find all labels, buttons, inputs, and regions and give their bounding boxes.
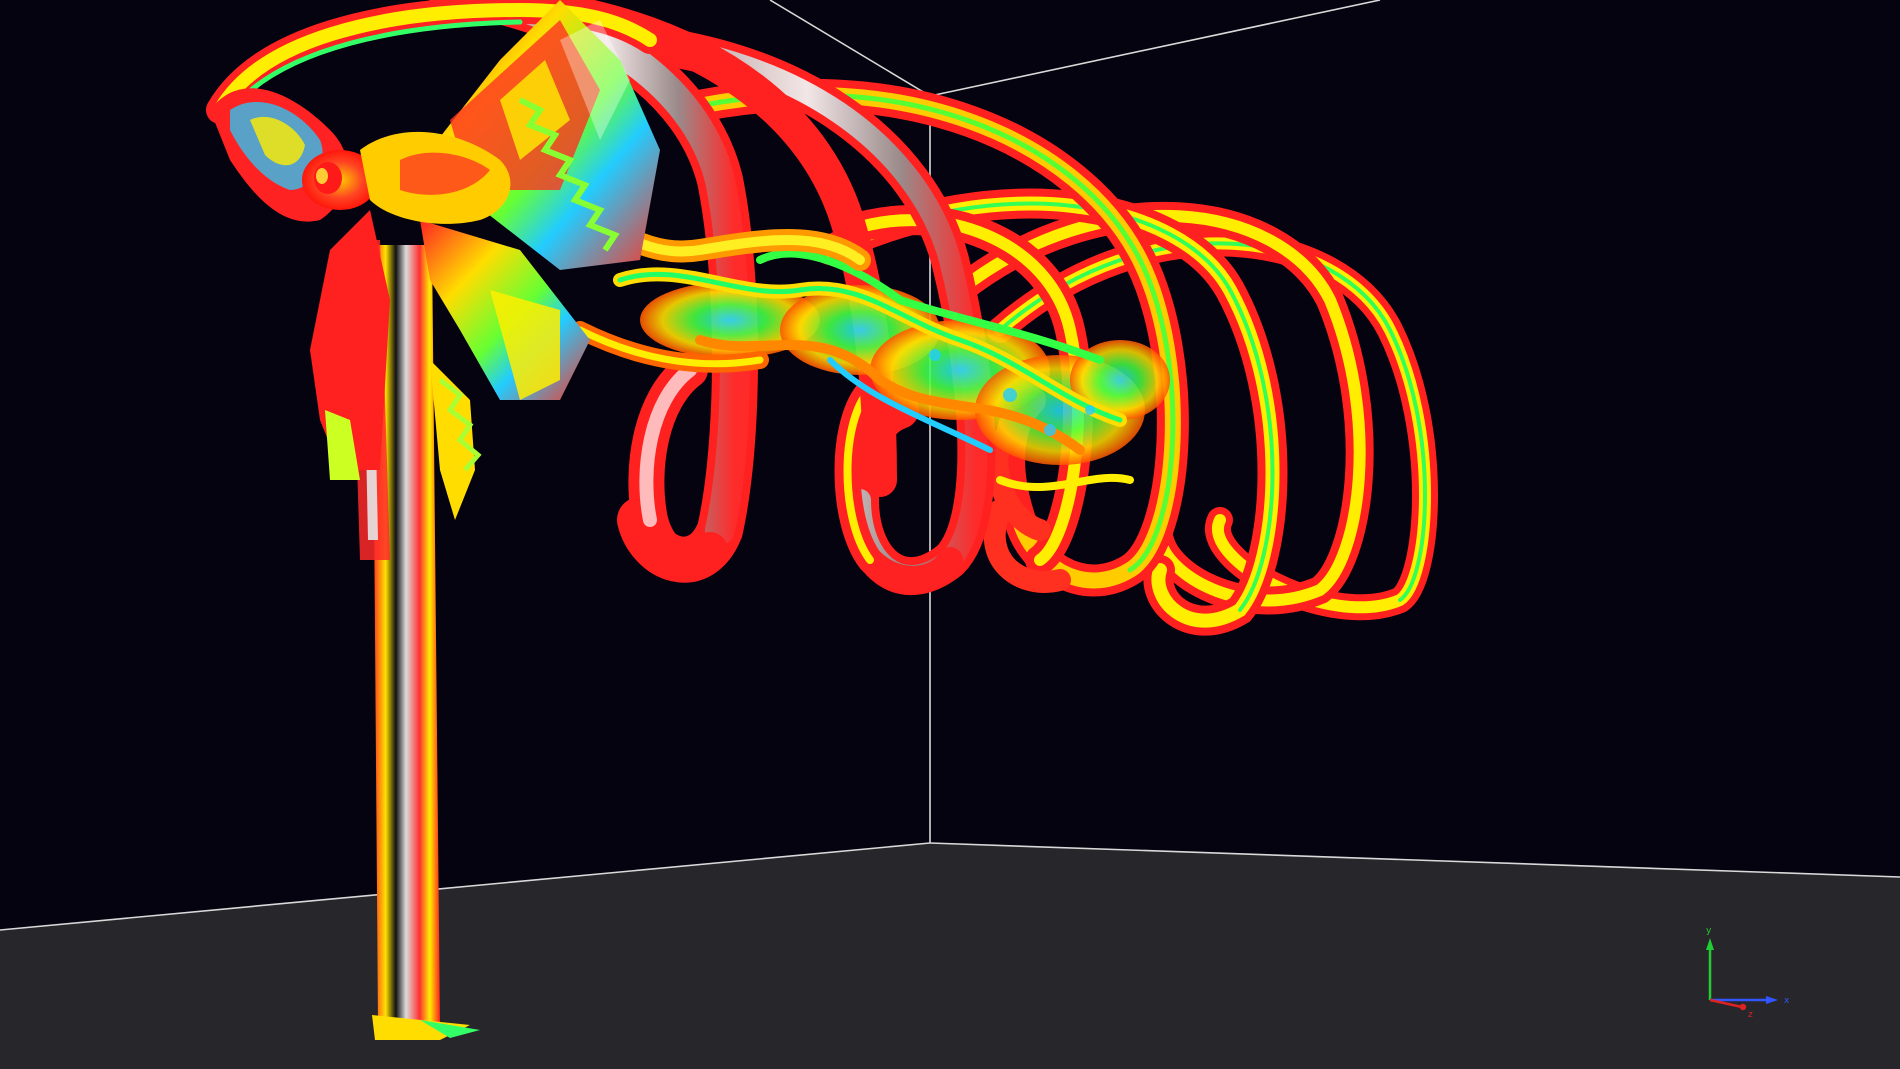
rotor-blades xyxy=(310,0,660,520)
axis-z-dot-icon xyxy=(1739,1003,1747,1011)
axis-z-label: z xyxy=(1748,1010,1753,1020)
scene-canvas[interactable]: y x z xyxy=(0,0,1900,1069)
axis-y-label: y xyxy=(1706,926,1712,936)
3d-render-viewport[interactable]: y x z xyxy=(0,0,1900,1069)
axis-x-label: x xyxy=(1784,996,1790,1006)
floor-plane xyxy=(0,843,1900,1069)
